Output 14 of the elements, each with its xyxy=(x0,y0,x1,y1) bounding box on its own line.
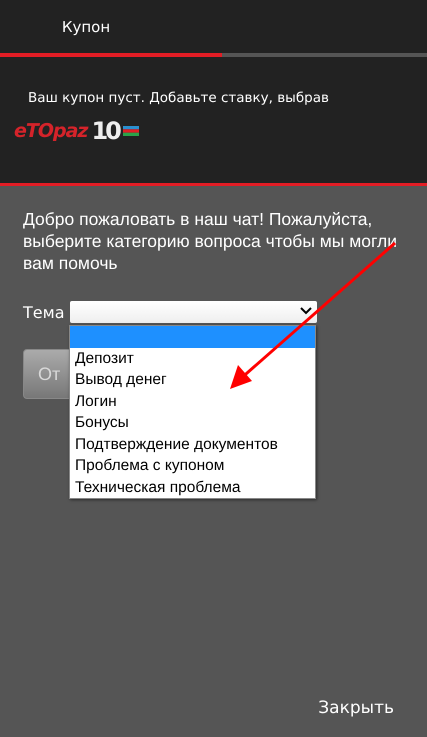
dropdown-option[interactable]: Подтверждение документов xyxy=(70,434,315,455)
coupon-tab[interactable]: Купон xyxy=(0,0,222,57)
dropdown-option[interactable] xyxy=(70,326,315,348)
dropdown-option[interactable]: Техническая проблема xyxy=(70,476,315,498)
chevron-icon xyxy=(300,307,312,315)
topic-label: Тема xyxy=(23,302,64,322)
dropdown-option[interactable]: Проблема с купоном xyxy=(70,455,315,476)
welcome-message: Добро пожаловать в наш чат! Пожалуйста, выберите категорию вопроса чтобы мы могли вам помочь xyxy=(22,208,398,274)
flag-icon xyxy=(122,126,139,136)
logo: eTOpaz 10 xyxy=(14,117,427,145)
dropdown-option[interactable]: Бонусы xyxy=(70,412,315,434)
close-link[interactable]: Закрыть xyxy=(318,698,394,718)
coupon-message: Ваш купон пуст. Добавьте ставку, выбрав xyxy=(28,89,330,107)
topic-select[interactable] xyxy=(70,301,316,323)
